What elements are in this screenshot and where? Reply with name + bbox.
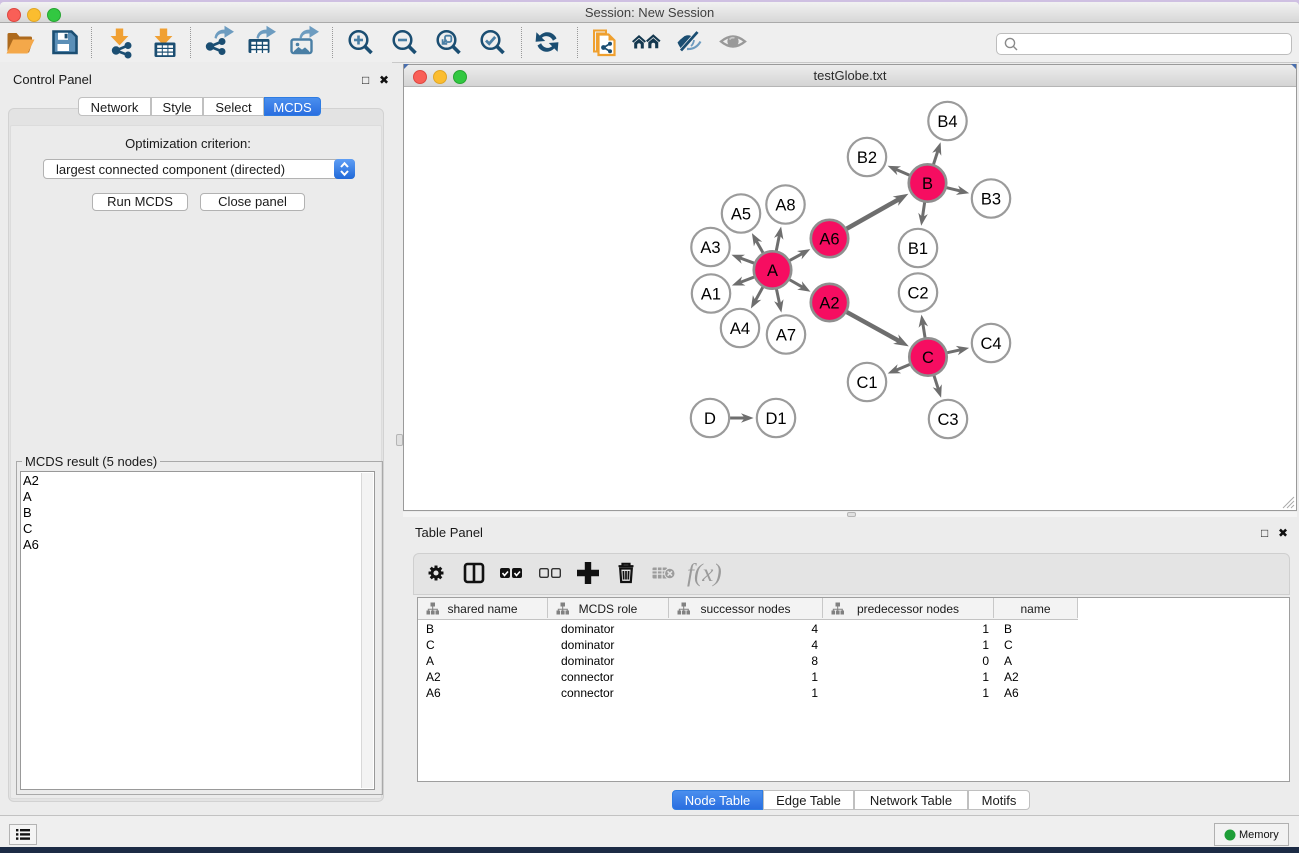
svg-text:C4: C4	[980, 335, 1001, 353]
svg-text:A8: A8	[775, 196, 795, 214]
svg-text:A: A	[767, 262, 778, 280]
svg-text:B: B	[922, 175, 933, 193]
svg-text:B4: B4	[937, 113, 957, 131]
svg-text:A2: A2	[819, 294, 839, 312]
svg-text:A4: A4	[730, 320, 750, 338]
svg-text:B3: B3	[981, 190, 1001, 208]
svg-text:C: C	[922, 349, 934, 367]
svg-text:D1: D1	[765, 410, 786, 428]
svg-text:C2: C2	[907, 284, 928, 302]
svg-text:D: D	[704, 410, 716, 428]
svg-text:A7: A7	[776, 326, 796, 344]
svg-text:B1: B1	[908, 240, 928, 258]
svg-text:A1: A1	[701, 285, 721, 303]
svg-text:B2: B2	[857, 149, 877, 167]
svg-text:C1: C1	[856, 374, 877, 392]
svg-text:A3: A3	[700, 239, 720, 257]
svg-text:A6: A6	[819, 230, 839, 248]
svg-text:C3: C3	[937, 411, 958, 429]
svg-text:A5: A5	[731, 205, 751, 223]
